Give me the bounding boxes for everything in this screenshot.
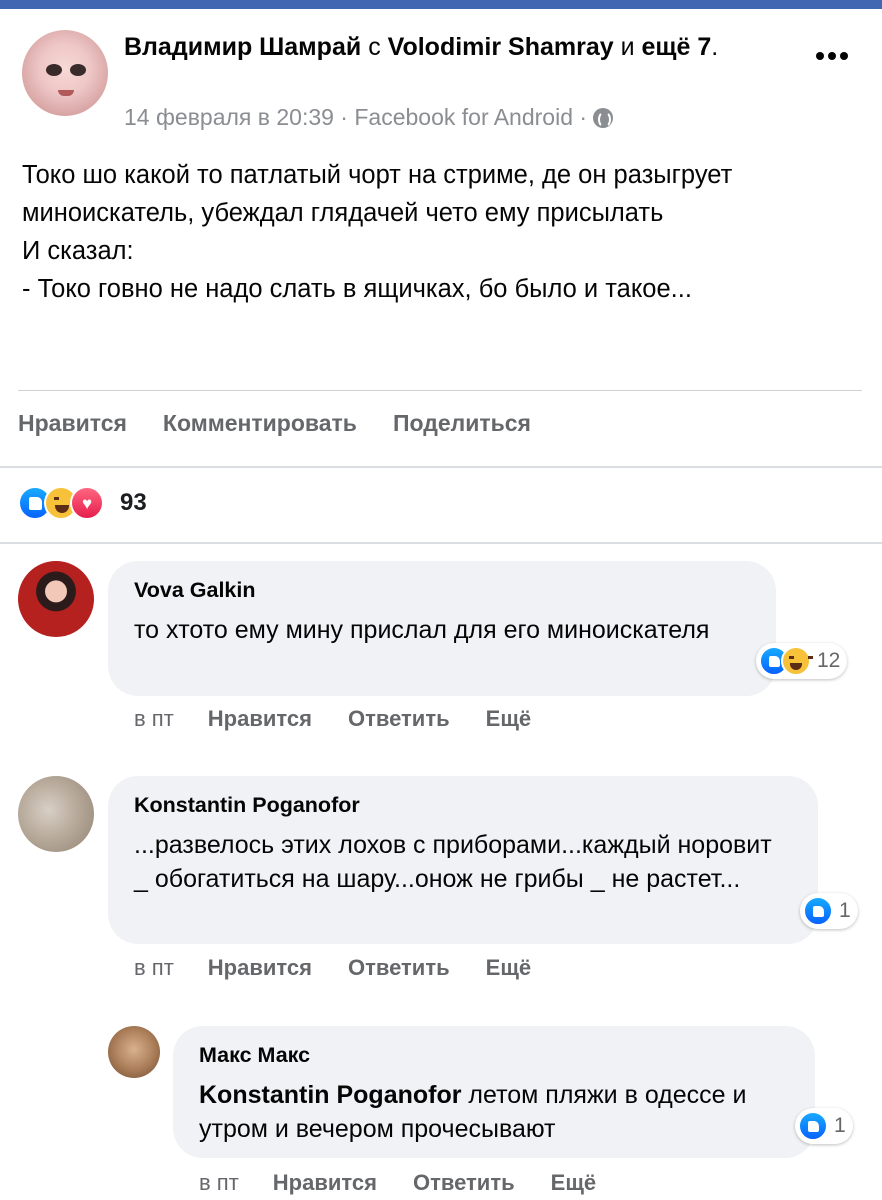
divider [18,390,862,391]
title-end: . [711,33,719,61]
author-avatar[interactable] [22,30,108,116]
comment-like-button[interactable]: Нравится [208,955,312,981]
top-brand-bar [0,0,882,9]
share-button[interactable]: Поделиться [393,410,531,437]
tagged-user-link[interactable]: Volodimir Shamray [388,33,614,61]
comment-time[interactable]: в пт [134,706,174,732]
reply-reply-button[interactable]: Ответить [413,1170,515,1196]
reply-bubble: Макс Макс Konstantin Poganofor летом пля… [173,1026,815,1158]
comment-more-button[interactable]: Ещё [486,955,531,981]
post-body-text: Токо шо какой то патлатый чорт на стриме… [22,161,733,303]
like-icon [798,1111,828,1141]
reply-more-button[interactable]: Ещё [551,1170,596,1196]
commenter-avatar[interactable] [18,561,94,637]
reply-text: Konstantin Poganofor летом пляжи в одесс… [199,1078,789,1146]
like-icon [803,896,833,926]
comment-text: то хтото ему мину прислал для его миноис… [134,616,710,644]
post-meta: 14 февраля в 20:39 · Facebook for Androi… [124,104,614,131]
reply-reactions[interactable]: 1 [795,1108,853,1144]
commenter-avatar[interactable] [18,776,94,852]
avatar-eye [70,64,86,76]
avatar-eye [46,64,62,76]
reply-avatar[interactable] [108,1026,160,1078]
reply-reaction-count: 1 [834,1114,846,1137]
post-action-bar: Нравится Комментировать Поделиться [18,410,531,437]
and-word: и [620,33,635,61]
dot [816,52,824,60]
comment-like-button[interactable]: Нравится [208,706,312,732]
dot [828,52,836,60]
avatar-mouth [58,90,74,96]
comment-reactions[interactable]: 1 [800,893,858,929]
reply-actions: в пт Нравится Ответить Ещё [199,1170,632,1196]
more-options-icon[interactable] [816,44,856,68]
more-tagged-link[interactable]: ещё 7 [642,33,712,61]
haha-icon [781,646,813,676]
comment-reply-button[interactable]: Ответить [348,955,450,981]
reply-time[interactable]: в пт [199,1170,239,1196]
comment-text: ...развелось этих лохов с приборами...ка… [134,831,772,893]
comment-button[interactable]: Комментировать [163,410,357,437]
divider [0,542,882,544]
comment-author-link[interactable]: Vova Galkin [134,575,750,605]
divider [0,466,882,468]
comment-more-button[interactable]: Ещё [486,706,531,732]
comment-actions: в пт Нравится Ответить Ещё [134,955,567,981]
globe-icon [593,108,614,128]
comment-reply-button[interactable]: Ответить [348,706,450,732]
like-button[interactable]: Нравится [18,410,127,437]
comment-author-link[interactable]: Konstantin Poganofor [134,790,792,820]
reply-like-button[interactable]: Нравится [273,1170,377,1196]
post-author-link[interactable]: Владимир Шамрай [124,33,361,61]
with-word: с [368,33,381,61]
reactions-summary[interactable]: 93 [18,486,147,520]
reply-author-link[interactable]: Макс Макс [199,1040,789,1070]
post-title: Владимир Шамрай с Volodimir Shamray и ещ… [124,30,794,64]
comment-reactions[interactable]: 12 [756,643,848,679]
comment-actions: в пт Нравится Ответить Ещё [134,706,567,732]
post-timestamp[interactable]: 14 февраля в 20:39 · Facebook for Androi… [124,104,587,130]
mention-link[interactable]: Konstantin Poganofor [199,1081,461,1109]
comment-reaction-count: 1 [839,899,851,922]
comment-bubble: Konstantin Poganofor ...развелось этих л… [108,776,818,944]
comment-reaction-count: 12 [817,649,841,672]
comment-time[interactable]: в пт [134,955,174,981]
reaction-count: 93 [120,489,147,516]
love-icon [70,486,104,520]
dot [840,52,848,60]
comment-bubble: Vova Galkin то хтото ему мину прислал дл… [108,561,776,696]
